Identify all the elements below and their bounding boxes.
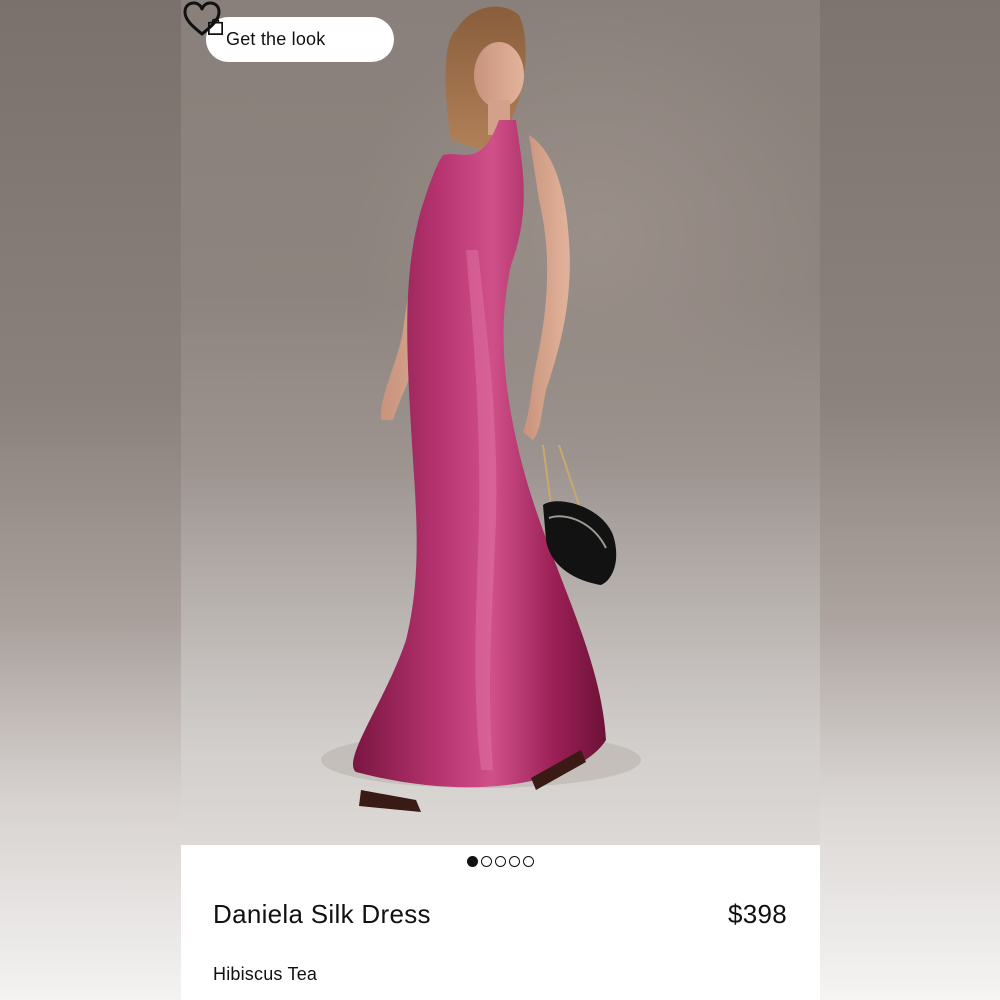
carousel-dot-3[interactable] [495, 856, 506, 867]
get-the-look-label: Get the look [226, 29, 326, 49]
carousel-dot-5[interactable] [523, 856, 534, 867]
product-image[interactable]: Get the look [181, 0, 820, 845]
carousel-indicator [181, 856, 820, 867]
product-color: Hibiscus Tea [213, 964, 318, 984]
model-illustration [321, 6, 641, 812]
screenshot-frame: Get the look Daniela Silk Dress $398 Hib… [0, 0, 1000, 1000]
product-name[interactable]: Daniela Silk Dress [213, 899, 431, 930]
carousel-dot-2[interactable] [481, 856, 492, 867]
carousel-dot-4[interactable] [509, 856, 520, 867]
heart-icon[interactable] [181, 0, 223, 38]
carousel-dot-1[interactable] [467, 856, 478, 867]
product-price: $398 [727, 899, 787, 929]
blurred-background-right [820, 0, 1000, 1000]
blurred-background-left [0, 0, 181, 1000]
get-the-look-button[interactable]: Get the look [206, 17, 394, 62]
product-page: Get the look Daniela Silk Dress $398 Hib… [181, 0, 820, 1000]
